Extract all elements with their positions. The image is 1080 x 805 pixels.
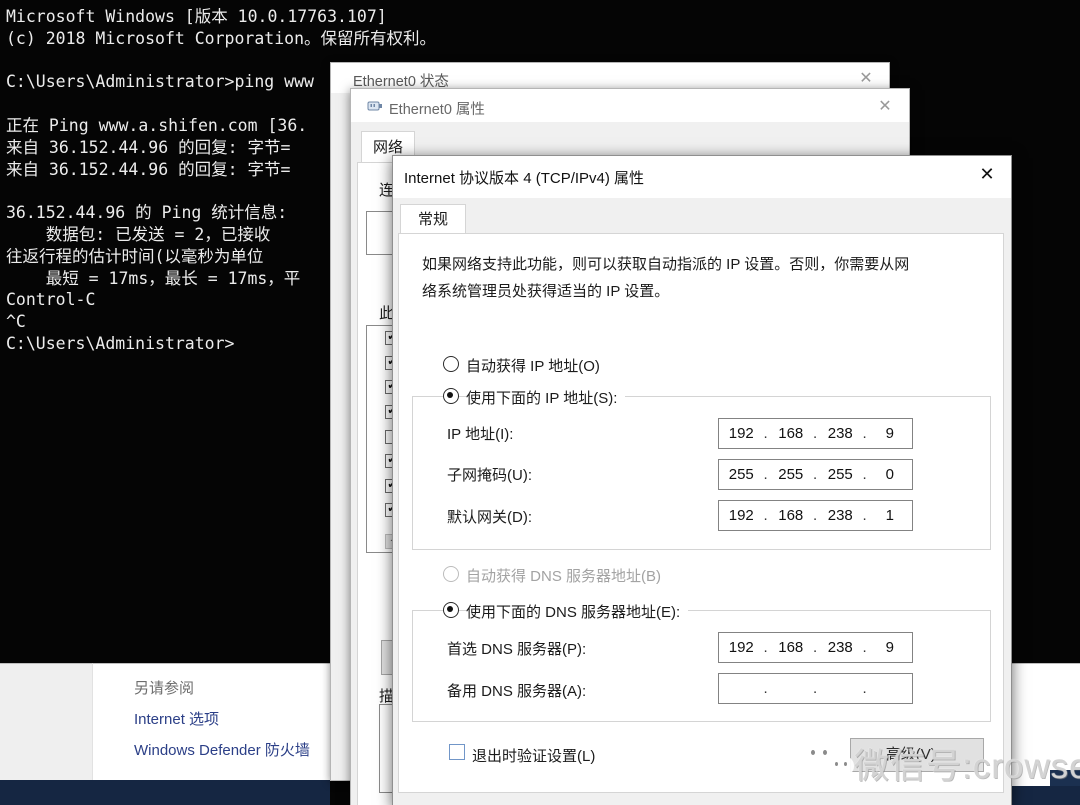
ip-seg: 192 (728, 639, 754, 656)
ip-seg: 255 (827, 466, 853, 483)
alternate-dns-field[interactable] (718, 673, 913, 704)
validate-settings-checkbox[interactable] (449, 744, 465, 760)
ethernet-adapter-icon (367, 101, 382, 111)
control-panel-margin (0, 663, 92, 781)
ip-seg: 238 (827, 639, 853, 656)
radio-manual-ip[interactable] (443, 388, 459, 404)
preferred-dns-label: 首选 DNS 服务器(P): (447, 641, 587, 658)
description-line1: 如果网络支持此功能，则可以获取自动指派的 IP 设置。否则，你需要从网 (422, 256, 910, 273)
ip-seg: 192 (728, 507, 754, 524)
taskbar[interactable] (0, 780, 330, 805)
internet-options-link[interactable]: Internet 选项 (134, 708, 219, 729)
radio-manual-dns[interactable] (443, 602, 459, 618)
ip-seg: 238 (827, 507, 853, 524)
ip-seg: 0 (885, 466, 894, 483)
ip-address-field[interactable]: 192 168 238 9 (718, 418, 913, 449)
taskbar-right[interactable] (1012, 786, 1080, 805)
properties-close-icon[interactable]: ✕ (874, 96, 896, 116)
windows-defender-firewall-link[interactable]: Windows Defender 防火墙 (134, 739, 310, 760)
ip-seg: 168 (778, 639, 804, 656)
tcpip-tabpage: 如果网络支持此功能，则可以获取自动指派的 IP 设置。否则，你需要从网 络系统管… (398, 233, 1004, 793)
tcpip-properties-dialog: Internet 协议版本 4 (TCP/IPv4) 属性 ✕ 常规 如果网络支… (392, 155, 1012, 805)
default-gateway-label: 默认网关(D): (447, 509, 532, 526)
properties-titlebar[interactable]: Ethernet0 属性 ✕ (351, 89, 909, 122)
validate-settings-label: 退出时验证设置(L) (472, 748, 596, 765)
ip-seg: 9 (885, 639, 894, 656)
preferred-dns-field[interactable]: 192 168 238 9 (718, 632, 913, 663)
radio-auto-dns-label: 自动获得 DNS 服务器地址(B) (466, 568, 662, 585)
ip-seg: 255 (778, 466, 804, 483)
desktop: Microsoft Windows [版本 10.0.17763.107] (c… (0, 0, 1080, 805)
advanced-button[interactable]: 高级(V)... (850, 738, 984, 772)
alternate-dns-label: 备用 DNS 服务器(A): (447, 683, 587, 700)
description-line2: 络系统管理员处获得适当的 IP 设置。 (422, 283, 670, 300)
radio-auto-ip[interactable] (443, 356, 459, 372)
ip-dot (863, 680, 868, 697)
ip-seg: 238 (827, 425, 853, 442)
ip-seg: 168 (778, 507, 804, 524)
ip-seg: 192 (728, 425, 754, 442)
radio-manual-dns-label: 使用下面的 DNS 服务器地址(E): (466, 601, 689, 622)
status-close-icon[interactable]: ✕ (855, 68, 877, 88)
tcpip-close-icon[interactable]: ✕ (973, 164, 1001, 185)
tab-general[interactable]: 常规 (400, 204, 466, 235)
radio-manual-ip-label: 使用下面的 IP 地址(S): (466, 387, 626, 408)
control-panel-right-patch (1012, 663, 1080, 787)
dns-groupbox (412, 610, 991, 722)
subnet-mask-field[interactable]: 255 255 255 0 (718, 459, 913, 490)
radio-auto-dns[interactable] (443, 566, 459, 582)
ip-seg: 1 (885, 507, 894, 524)
ip-seg: 168 (778, 425, 804, 442)
ip-address-label: IP 地址(I): (447, 426, 514, 443)
subnet-mask-label: 子网掩码(U): (447, 467, 532, 484)
ip-dot (764, 680, 769, 697)
properties-dialog-title: Ethernet0 属性 (389, 102, 485, 118)
taskbar-tray-block[interactable] (1050, 770, 1080, 786)
tcpip-titlebar[interactable]: Internet 协议版本 4 (TCP/IPv4) 属性 ✕ (393, 156, 1011, 198)
ip-seg: 255 (728, 466, 754, 483)
ip-dot (813, 680, 818, 697)
default-gateway-field[interactable]: 192 168 238 1 (718, 500, 913, 531)
control-panel-sidebar: 另请参阅 Internet 选项 Windows Defender 防火墙 (92, 663, 331, 781)
tcpip-dialog-title: Internet 协议版本 4 (TCP/IPv4) 属性 (404, 170, 645, 187)
ip-seg: 9 (885, 425, 894, 442)
radio-auto-ip-label: 自动获得 IP 地址(O) (466, 358, 600, 375)
see-also-heading: 另请参阅 (134, 680, 195, 697)
